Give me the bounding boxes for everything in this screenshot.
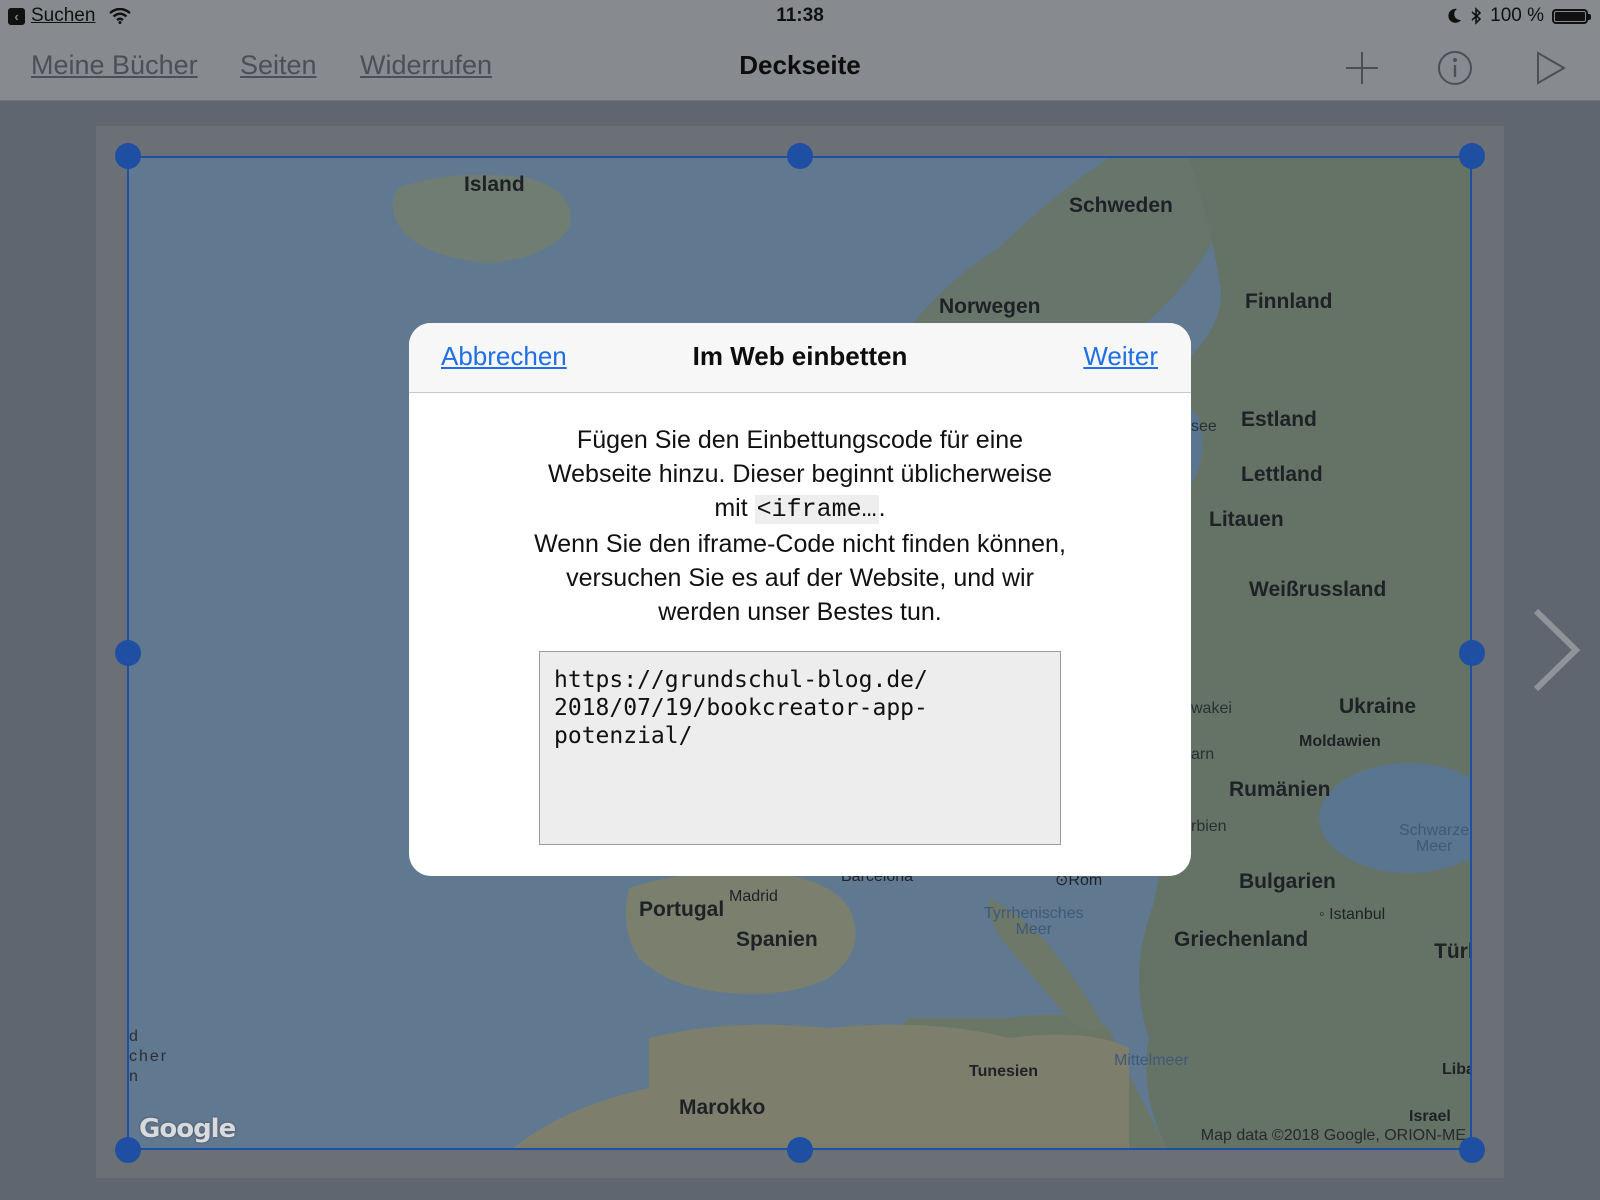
map-label-libanon: Liba — [1442, 1061, 1472, 1078]
map-label-ukraine: Ukraine — [1339, 695, 1417, 718]
iframe-code-sample: <iframe… — [754, 495, 879, 524]
map-label-rumaenien: Rumänien — [1229, 778, 1331, 801]
map-label-mittelmeer: Mittelmeer — [1114, 1052, 1189, 1069]
map-label-cut-d: d — [129, 1028, 138, 1045]
map-label-cut-arn: arn — [1191, 746, 1215, 763]
resize-handle-bottom-left[interactable] — [115, 1137, 141, 1163]
map-label-tyrrhenisches-meer: Tyrrhenisches Meer — [984, 905, 1084, 938]
map-label-island: Island — [464, 173, 525, 196]
map-label-portugal: Portugal — [639, 898, 725, 921]
map-label-schwarzes-meer: Schwarze Meer — [1399, 822, 1470, 855]
dialog-header: Abbrechen Im Web einbetten Weiter — [409, 323, 1191, 393]
next-page-chevron-icon[interactable] — [1528, 605, 1584, 695]
map-label-istanbul: ◦ Istanbul — [1319, 906, 1386, 923]
bluetooth-icon — [1471, 7, 1482, 25]
map-label-cut-cher: cher — [129, 1048, 169, 1065]
dialog-title: Im Web einbetten — [692, 341, 908, 371]
resize-handle-left[interactable] — [115, 640, 141, 666]
embed-dialog: Abbrechen Im Web einbetten Weiter Fügen … — [409, 323, 1191, 876]
google-logo: Google — [139, 1114, 236, 1144]
plus-icon[interactable] — [1342, 48, 1382, 88]
battery-percent: 100 % — [1490, 5, 1544, 26]
map-label-cut-wakei: wakei — [1191, 700, 1232, 717]
status-bar: ‹ Suchen 11:38 100 % — [0, 0, 1600, 32]
map-attribution: Map data ©2018 Google, ORION-ME — [1200, 1127, 1466, 1144]
map-label-lettland: Lettland — [1241, 463, 1323, 486]
map-label-cut-n: n — [129, 1068, 138, 1085]
map-label-litauen: Litauen — [1209, 508, 1284, 531]
map-label-cut-rbien: rbien — [1191, 818, 1227, 835]
map-label-norwegen: Norwegen — [939, 295, 1041, 318]
dialog-instructions: Fügen Sie den Einbettungscode für eine W… — [529, 423, 1071, 629]
moon-icon — [1448, 8, 1462, 23]
clock: 11:38 — [776, 5, 824, 26]
nav-bar: Meine Bücher Seiten Widerrufen Deckseite — [0, 32, 1600, 101]
map-label-madrid: Madrid — [729, 888, 778, 905]
next-button[interactable]: Weiter — [1083, 341, 1158, 372]
battery-icon — [1552, 8, 1591, 24]
map-label-tunesien: Tunesien — [969, 1063, 1039, 1080]
resize-handle-top-left[interactable] — [115, 143, 141, 169]
map-label-schweden: Schweden — [1069, 194, 1173, 217]
map-label-bulgarien: Bulgarien — [1239, 870, 1336, 893]
map-label-cut-see: see — [1191, 418, 1217, 435]
embed-code-input[interactable]: https://grundschul-blog.de/ 2018/07/19/b… — [539, 651, 1061, 845]
resize-handle-top-right[interactable] — [1459, 143, 1485, 169]
map-label-marokko: Marokko — [679, 1096, 766, 1119]
map-label-tuerkei: Türk — [1434, 940, 1470, 963]
instructions-part-2: Wenn Sie den iframe-Code nicht finden kö… — [534, 530, 1066, 626]
resize-handle-top[interactable] — [787, 143, 813, 169]
map-label-israel: Israel — [1409, 1108, 1451, 1125]
resize-handle-bottom[interactable] — [787, 1137, 813, 1163]
map-label-griechenland: Griechenland — [1174, 928, 1309, 951]
resize-handle-right[interactable] — [1459, 640, 1485, 666]
map-label-moldawien: Moldawien — [1299, 733, 1381, 750]
resize-handle-bottom-right[interactable] — [1459, 1137, 1485, 1163]
map-label-weissrussland: Weißrussland — [1249, 578, 1387, 601]
map-label-finnland: Finnland — [1245, 290, 1333, 313]
info-icon[interactable] — [1435, 48, 1475, 88]
battery-fill — [1555, 11, 1585, 21]
play-icon[interactable] — [1530, 48, 1570, 88]
map-label-estland: Estland — [1241, 408, 1317, 431]
map-label-spanien: Spanien — [736, 928, 818, 951]
instructions-period: . — [878, 494, 886, 522]
